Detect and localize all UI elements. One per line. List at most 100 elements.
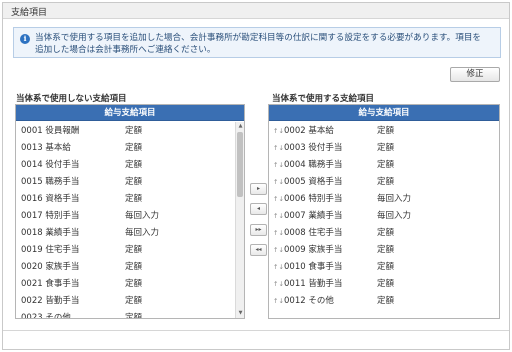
sort-handle-icon[interactable]: ↑↓ bbox=[273, 259, 284, 276]
move-left-button[interactable]: ◂ bbox=[250, 203, 267, 215]
item-type: 毎回入力 bbox=[125, 211, 160, 221]
move-all-right-button[interactable]: ▸▸ bbox=[250, 224, 267, 236]
list-item[interactable]: 0021 食事手当 定額 bbox=[16, 276, 244, 293]
sort-handle-icon[interactable]: ↑↓ bbox=[273, 157, 284, 174]
list-item[interactable]: ↑↓ 0008 住宅手当 定額 bbox=[269, 225, 499, 242]
item-type: 定額 bbox=[125, 126, 143, 136]
item-name: 0020 家族手当 bbox=[21, 262, 80, 272]
item-name: 0007 業績手当 bbox=[284, 211, 343, 221]
info-text: 当体系で使用する項目を追加した場合、会計事務所が勘定科目等の仕訳に関する設定をす… bbox=[35, 32, 499, 56]
list-item[interactable]: ↑↓ 0007 業績手当 毎回入力 bbox=[269, 208, 499, 225]
list-item[interactable]: 0018 業績手当 毎回入力 bbox=[16, 225, 244, 242]
item-name: 0012 その他 bbox=[284, 296, 334, 306]
list-item[interactable]: ↑↓ 0002 基本給 定額 bbox=[269, 123, 499, 140]
item-type: 毎回入力 bbox=[377, 211, 412, 221]
used-items-list[interactable]: 給与支給項目 ↑↓ 0002 基本給 定額 ↑↓ 0003 役付手当 定額 ↑↓ 0004 職… bbox=[268, 104, 500, 319]
list-item[interactable]: 0022 皆勤手当 定額 bbox=[16, 293, 244, 310]
item-name: 0021 食事手当 bbox=[21, 279, 80, 289]
list-item[interactable]: ↑↓ 0003 役付手当 定額 bbox=[269, 140, 499, 157]
item-name: 0016 資格手当 bbox=[21, 194, 80, 204]
item-type: 定額 bbox=[377, 245, 395, 255]
list-item[interactable]: 0019 住宅手当 定額 bbox=[16, 242, 244, 259]
item-type: 定額 bbox=[125, 262, 143, 272]
item-type: 定額 bbox=[125, 143, 143, 153]
list-item[interactable]: 0013 基本給 定額 bbox=[16, 140, 244, 157]
item-name: 0013 基本給 bbox=[21, 143, 71, 153]
sort-handle-icon[interactable]: ↑↓ bbox=[273, 242, 284, 259]
item-name: 0015 職務手当 bbox=[21, 177, 80, 187]
list-item[interactable]: ↑↓ 0005 資格手当 定額 bbox=[269, 174, 499, 191]
sort-handle-icon[interactable]: ↑↓ bbox=[273, 123, 284, 140]
info-message: i 当体系で使用する項目を追加した場合、会計事務所が勘定科目等の仕訳に関する設定… bbox=[13, 27, 501, 58]
list-item[interactable]: ↑↓ 0012 その他 定額 bbox=[269, 293, 499, 310]
item-type: 定額 bbox=[125, 279, 143, 289]
item-name: 0001 役員報酬 bbox=[21, 126, 80, 136]
sort-handle-icon[interactable]: ↑↓ bbox=[273, 208, 284, 225]
item-type: 定額 bbox=[377, 143, 395, 153]
unused-items-list[interactable]: 給与支給項目 0001 役員報酬 定額 0013 基本給 定額 0014 役付手当 定額 0… bbox=[15, 104, 245, 319]
list-item[interactable]: 0001 役員報酬 定額 bbox=[16, 123, 244, 140]
item-type: 定額 bbox=[377, 126, 395, 136]
item-type: 定額 bbox=[377, 279, 395, 289]
list-item[interactable]: 0017 特別手当 毎回入力 bbox=[16, 208, 244, 225]
list-item[interactable]: ↑↓ 0006 特別手当 毎回入力 bbox=[269, 191, 499, 208]
item-type: 定額 bbox=[125, 296, 143, 306]
move-all-right-icon: ▸▸ bbox=[255, 226, 262, 233]
unused-list-header: 給与支給項目 bbox=[16, 105, 244, 121]
sort-handle-icon[interactable]: ↑↓ bbox=[273, 276, 284, 293]
item-name: 0002 基本給 bbox=[284, 126, 334, 136]
list-item[interactable]: ↑↓ 0004 職務手当 定額 bbox=[269, 157, 499, 174]
item-name: 0014 役付手当 bbox=[21, 160, 80, 170]
item-name: 0008 住宅手当 bbox=[284, 228, 343, 238]
item-name: 0009 家族手当 bbox=[284, 245, 343, 255]
move-right-icon: ▸ bbox=[256, 185, 260, 192]
item-name: 0010 食事手当 bbox=[284, 262, 343, 272]
item-name: 0023 その他 bbox=[21, 313, 71, 319]
list-item[interactable]: ↑↓ 0009 家族手当 定額 bbox=[269, 242, 499, 259]
item-type: 定額 bbox=[377, 296, 395, 306]
sort-handle-icon[interactable]: ↑↓ bbox=[273, 225, 284, 242]
move-all-left-button[interactable]: ◂◂ bbox=[250, 244, 267, 256]
item-type: 定額 bbox=[125, 160, 143, 170]
sort-handle-icon[interactable]: ↑↓ bbox=[273, 191, 284, 208]
list-item[interactable]: 0023 その他 定額 bbox=[16, 310, 244, 319]
info-icon: i bbox=[20, 34, 30, 44]
item-type: 定額 bbox=[377, 177, 395, 187]
item-name: 0003 役付手当 bbox=[284, 143, 343, 153]
item-type: 定額 bbox=[377, 228, 395, 238]
item-name: 0017 特別手当 bbox=[21, 211, 80, 221]
list-item[interactable]: 0015 職務手当 定額 bbox=[16, 174, 244, 191]
unused-list-scrollbar[interactable]: ▲ ▼ bbox=[235, 122, 244, 318]
panel-title: 支給項目 bbox=[11, 8, 48, 18]
scroll-down-icon[interactable]: ▼ bbox=[237, 310, 244, 317]
item-name: 0006 特別手当 bbox=[284, 194, 343, 204]
scroll-up-icon[interactable]: ▲ bbox=[237, 123, 244, 130]
sort-handle-icon[interactable]: ↑↓ bbox=[273, 174, 284, 191]
unused-list-rows: 0001 役員報酬 定額 0013 基本給 定額 0014 役付手当 定額 0015 職務手… bbox=[16, 123, 244, 319]
used-list-rows: ↑↓ 0002 基本給 定額 ↑↓ 0003 役付手当 定額 ↑↓ 0004 職務手当 定額 ↑↓… bbox=[269, 123, 499, 310]
item-type: 毎回入力 bbox=[377, 194, 412, 204]
list-item[interactable]: ↑↓ 0010 食事手当 定額 bbox=[269, 259, 499, 276]
item-type: 定額 bbox=[125, 313, 143, 319]
edit-button[interactable]: 修正 bbox=[450, 67, 500, 82]
item-name: 0005 資格手当 bbox=[284, 177, 343, 187]
list-item[interactable]: 0014 役付手当 定額 bbox=[16, 157, 244, 174]
item-type: 毎回入力 bbox=[125, 228, 160, 238]
item-type: 定額 bbox=[125, 177, 143, 187]
item-name: 0004 職務手当 bbox=[284, 160, 343, 170]
item-name: 0022 皆勤手当 bbox=[21, 296, 80, 306]
sort-handle-icon[interactable]: ↑↓ bbox=[273, 293, 284, 310]
list-item[interactable]: 0020 家族手当 定額 bbox=[16, 259, 244, 276]
list-item[interactable]: 0016 資格手当 定額 bbox=[16, 191, 244, 208]
move-all-left-icon: ◂◂ bbox=[255, 246, 262, 253]
item-type: 定額 bbox=[377, 160, 395, 170]
move-right-button[interactable]: ▸ bbox=[250, 183, 267, 195]
info-line-1: 当体系で使用する項目を追加した場合、会計事務所が勘定科目等の仕訳に関する設定をす… bbox=[35, 33, 482, 43]
used-items-label: 当体系で使用する支給項目 bbox=[272, 94, 375, 104]
panel-frame: 支給項目 i 当体系で使用する項目を追加した場合、会計事務所が勘定科目等の仕訳に… bbox=[2, 2, 510, 350]
sort-handle-icon[interactable]: ↑↓ bbox=[273, 140, 284, 157]
scrollbar-thumb[interactable] bbox=[237, 132, 243, 197]
list-item[interactable]: ↑↓ 0011 皆勤手当 定額 bbox=[269, 276, 499, 293]
unused-items-label: 当体系で使用しない支給項目 bbox=[16, 94, 127, 104]
item-name: 0018 業績手当 bbox=[21, 228, 80, 238]
